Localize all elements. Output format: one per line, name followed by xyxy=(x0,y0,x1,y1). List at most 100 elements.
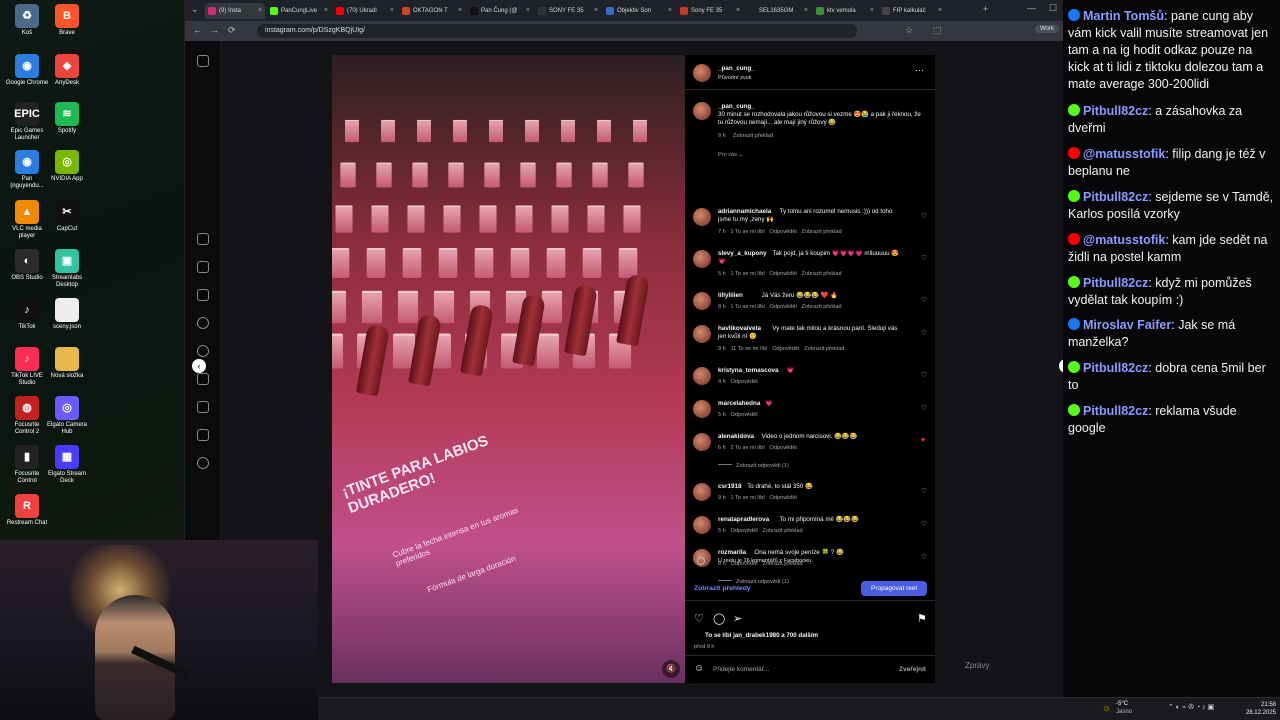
comment-meta[interactable]: 5 h Odpovědět Zobrazit překlad xyxy=(718,528,803,534)
url-input[interactable]: instagram.com/p/DSzgKBQjUIg/ xyxy=(257,24,857,38)
desktop-icon[interactable]: ◉ Google Chrome xyxy=(5,54,49,87)
browser-tab[interactable]: Objektiv Son × xyxy=(603,3,675,19)
comment-meta[interactable]: 4 h Odpovědět xyxy=(718,379,758,385)
desktop-icon[interactable]: ▲ VLC media player xyxy=(5,200,49,240)
author-avatar[interactable] xyxy=(693,64,711,82)
publish-button[interactable]: Zveřejnit xyxy=(899,666,926,673)
browser-tab[interactable]: SONY FE 35 × xyxy=(535,3,601,19)
more-options-icon[interactable]: ··· xyxy=(915,65,924,75)
commenter-avatar[interactable] xyxy=(693,367,711,385)
sort-dropdown[interactable]: Pro vás ⌄ xyxy=(718,152,743,158)
browser-tab[interactable]: ktv vemola × xyxy=(813,3,877,19)
tab-close-icon[interactable]: × xyxy=(804,3,808,19)
reload-icon[interactable]: ⟳ xyxy=(228,25,236,36)
desktop-icon[interactable]: ▮ Focusrite Control xyxy=(5,445,49,485)
browser-tab[interactable]: (9) Insta × xyxy=(205,3,265,19)
comment-meta[interactable]: 6 h 2 To se mi líbí Odpovědět xyxy=(718,445,797,451)
tab-close-icon[interactable]: × xyxy=(324,3,328,19)
caption-translate[interactable]: Zobrazit překlad xyxy=(733,133,773,139)
desktop-icon[interactable]: sceny.json xyxy=(45,298,89,331)
comment-like-icon[interactable]: ♡ xyxy=(921,296,927,304)
browser-tab[interactable]: FIP kalkulač × xyxy=(879,3,945,19)
mute-button[interactable]: 🔇 xyxy=(662,660,680,678)
desktop-icon[interactable]: ◎ Elgato Camera Hub xyxy=(45,396,89,436)
comment-meta[interactable]: 5 h 1 To se mi líbí Odpovědět Zobrazit p… xyxy=(718,271,842,277)
browser-tab[interactable]: (70) Ukradl × xyxy=(333,3,397,19)
promote-reel-button[interactable]: Propagovat reel xyxy=(861,581,927,596)
browser-tab[interactable]: OKTAGON T × xyxy=(399,3,465,19)
clock[interactable]: 21:58 28.12.2025 xyxy=(1246,701,1276,717)
desktop-icon[interactable]: ◎ NVIDIA App xyxy=(45,150,89,183)
caption-avatar[interactable] xyxy=(693,102,711,120)
desktop-icon[interactable]: B Brave xyxy=(45,4,89,37)
explore-icon[interactable] xyxy=(197,345,209,357)
commenter-avatar[interactable] xyxy=(693,250,711,268)
commenter-avatar[interactable] xyxy=(693,325,711,343)
comment-like-icon[interactable]: ♡ xyxy=(921,520,927,528)
comment-like-icon[interactable]: ♡ xyxy=(921,487,927,495)
comment-like-icon[interactable]: ♡ xyxy=(921,254,927,262)
desktop-icon[interactable]: EPIC Epic Games Launcher xyxy=(5,102,49,142)
home-icon[interactable] xyxy=(197,233,209,245)
desktop-icon[interactable]: ◆ AnyDesk xyxy=(45,54,89,87)
tab-close-icon[interactable]: × xyxy=(526,3,530,19)
weather-icon[interactable]: ☼ xyxy=(1102,703,1111,714)
comment-icon[interactable]: ◯ xyxy=(713,612,725,625)
reels-icon[interactable] xyxy=(197,261,209,273)
desktop-icon[interactable]: Nová složka xyxy=(45,347,89,380)
tab-close-icon[interactable]: × xyxy=(668,3,672,19)
tray-icons[interactable]: ⌃ ◐ ⌁ ✇ ◔ ♪ ▣ xyxy=(1168,703,1214,711)
desktop-icon[interactable]: ◐ OBS Studio xyxy=(5,249,49,282)
minimize-button[interactable]: — xyxy=(1027,3,1036,13)
browser-tab[interactable]: Pan Čung (@ × xyxy=(467,3,533,19)
tab-search-icon[interactable]: ⌄ xyxy=(191,4,199,15)
like-icon[interactable]: ♡ xyxy=(694,612,704,625)
dashboard-icon[interactable] xyxy=(197,429,209,441)
share-icon[interactable]: ➢ xyxy=(733,612,742,625)
weather-temp[interactable]: -5°C xyxy=(1116,701,1128,707)
send-icon[interactable] xyxy=(197,289,209,301)
desktop-icon[interactable]: ◍ Focusrite Control 2 xyxy=(5,396,49,436)
commenter-avatar[interactable] xyxy=(693,433,711,451)
prev-post-button[interactable]: ‹ xyxy=(192,359,206,373)
comment-like-icon[interactable]: ♥ xyxy=(921,437,925,444)
view-replies-link[interactable]: Zobrazit odpovědi (1) xyxy=(718,463,789,469)
comment-meta[interactable]: 9 h 1 To se mi líbí Odpovědět xyxy=(718,495,797,501)
likes-text[interactable]: To se líbí jan_drabek1980 a 700 dalším xyxy=(705,632,818,640)
browser-tab[interactable]: SEL1635GM × xyxy=(745,3,811,19)
commenter-avatar[interactable] xyxy=(693,400,711,418)
comment-like-icon[interactable]: ♡ xyxy=(921,371,927,379)
desktop-icon[interactable]: ♪ TikTok xyxy=(5,298,49,331)
profile-button[interactable]: Work xyxy=(1035,25,1059,33)
tab-close-icon[interactable]: × xyxy=(938,3,942,19)
save-icon[interactable]: ⚑ xyxy=(917,612,927,625)
tab-close-icon[interactable]: × xyxy=(870,3,874,19)
browser-tab[interactable]: PanCungLive × xyxy=(267,3,331,19)
desktop-icon[interactable]: ♻ Koš xyxy=(5,4,49,37)
emoji-icon[interactable]: ☺ xyxy=(694,663,704,674)
desktop-icon[interactable]: ◉ Pan (nguyendu... xyxy=(5,150,49,190)
maximize-button[interactable]: ☐ xyxy=(1049,3,1057,14)
comment-meta[interactable]: 8 h 1 To se mi líbí Odpovědět Zobrazit p… xyxy=(718,304,842,310)
desktop-icon[interactable]: ✂ CapCut xyxy=(45,200,89,233)
comment-meta[interactable]: 7 h 1 To se mi líbí Odpovědět Zobrazit p… xyxy=(718,229,842,235)
new-tab-button[interactable]: + xyxy=(983,4,988,14)
messages-button[interactable]: Zprávy xyxy=(965,661,989,670)
profile-icon[interactable] xyxy=(197,457,209,469)
desktop-icon[interactable]: R Restream Chat xyxy=(5,494,49,527)
comment-like-icon[interactable]: ♡ xyxy=(921,553,927,561)
comment-like-icon[interactable]: ♡ xyxy=(921,404,927,412)
comment-meta[interactable]: 5 h Odpovědět xyxy=(718,412,758,418)
desktop-icon[interactable]: ▦ Elgato Stream Deck xyxy=(45,445,89,485)
bookmark-star-icon[interactable]: ☆ xyxy=(905,25,913,36)
commenter-avatar[interactable] xyxy=(693,483,711,501)
comment-like-icon[interactable]: ♡ xyxy=(921,212,927,220)
tab-close-icon[interactable]: × xyxy=(594,3,598,19)
view-insights-link[interactable]: Zobrazit přehledy xyxy=(694,585,751,592)
tab-close-icon[interactable]: × xyxy=(390,3,394,19)
tab-close-icon[interactable]: × xyxy=(458,3,462,19)
tab-close-icon[interactable]: × xyxy=(736,3,740,19)
search-icon[interactable] xyxy=(197,317,209,329)
add-comment-input[interactable]: Přidejte komentář... xyxy=(713,666,769,673)
notifications-icon[interactable] xyxy=(197,373,209,385)
